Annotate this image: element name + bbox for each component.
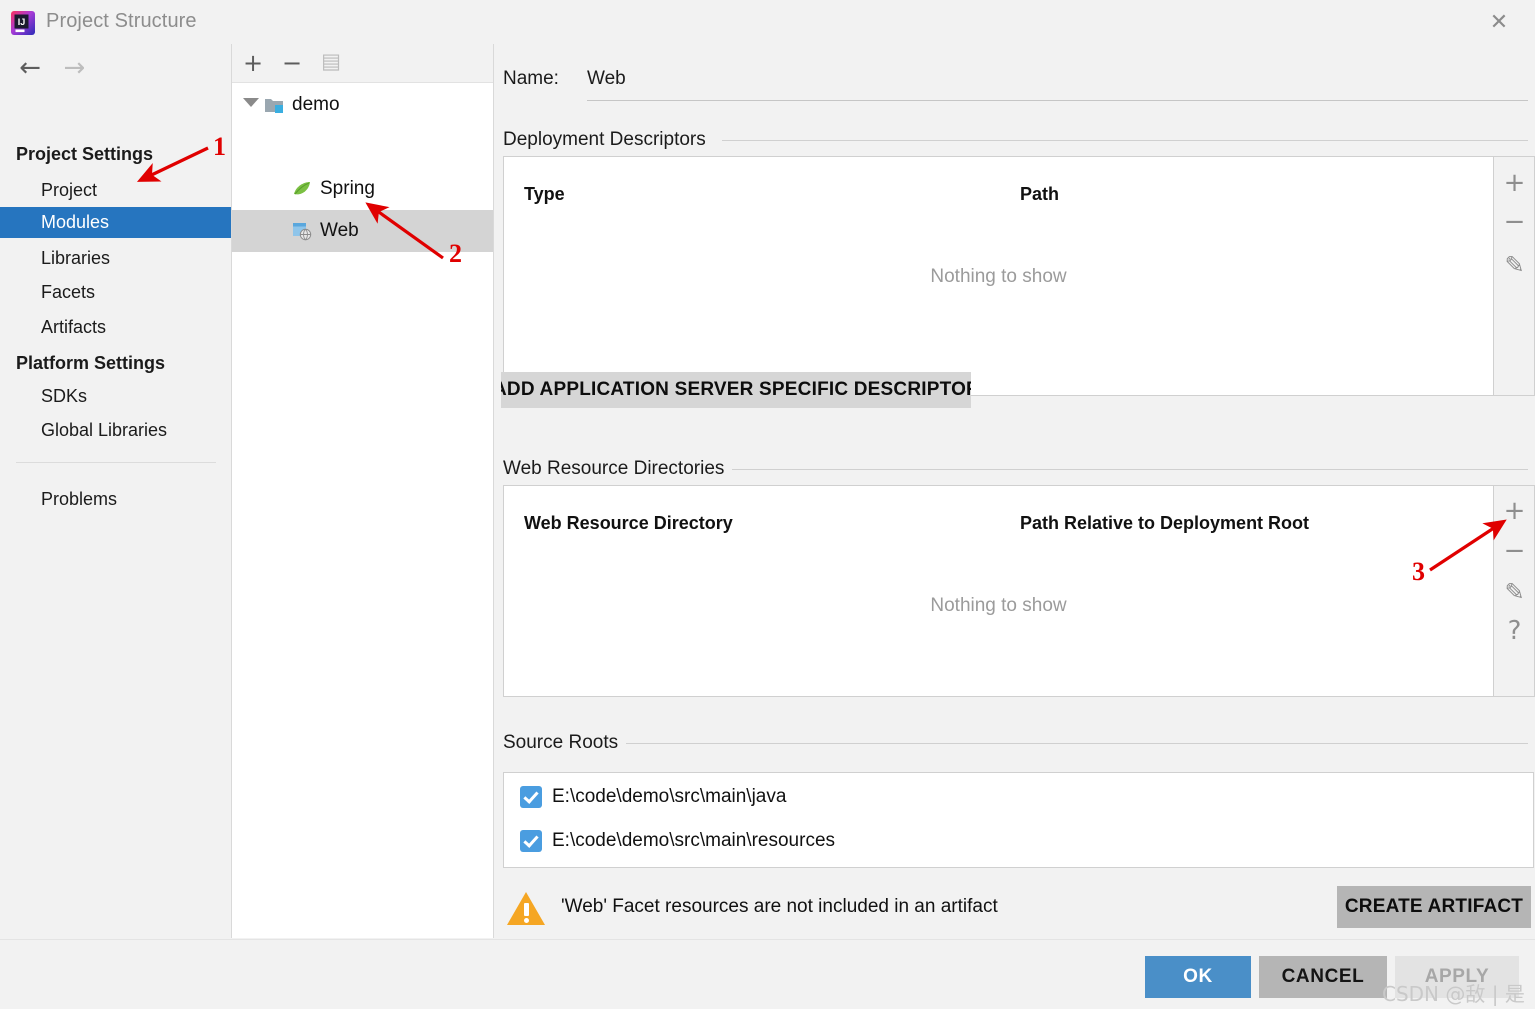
column-header-path-relative: Path Relative to Deployment Root [1020,513,1310,533]
copy-module-button[interactable]: ▤ [316,46,346,76]
annotation-number-3: 3 [1412,557,1425,586]
dialog-button-bar: OK CANCEL APPLY [0,939,1535,1009]
source-root-checkbox-java[interactable] [520,786,542,808]
svg-text:IJ: IJ [18,17,26,27]
name-input-underline [587,100,1528,101]
remove-web-resource-button[interactable]: − [1494,536,1535,566]
back-arrow-icon[interactable]: ← [10,50,50,86]
sidebar-divider [16,462,216,463]
module-tree-toolbar [232,44,493,83]
add-descriptor-button[interactable]: + [1494,168,1535,198]
window-title: Project Structure [46,10,197,32]
column-header-path: Path [1020,184,1060,204]
cancel-button[interactable]: CANCEL [1259,956,1387,998]
module-tree-panel: demo Spring Web [232,44,494,938]
name-label: Name: [503,68,559,89]
add-web-resource-button[interactable]: + [1494,496,1535,526]
web-resource-directories-empty-text: Nothing to show [930,595,1067,616]
remove-descriptor-button[interactable]: − [1494,207,1535,237]
chevron-down-icon[interactable] [243,98,259,107]
add-module-button[interactable]: + [238,48,268,78]
sidebar-group-project-settings: Project Settings [16,144,154,164]
artifact-warning-text: 'Web' Facet resources are not included i… [561,896,998,917]
deployment-descriptors-section-label: Deployment Descriptors [503,129,714,151]
tree-row-demo[interactable]: demo [232,84,493,126]
sidebar-item-problems[interactable]: Problems [0,484,231,515]
title-bar: IJ Project Structure ✕ [0,0,1535,44]
close-icon[interactable]: ✕ [1481,8,1517,38]
source-root-label-resources: E:\code\demo\src\main\resources [552,830,836,851]
csdn-watermark: CSDN @敌 | 是 [1382,982,1525,1006]
edit-web-resource-button[interactable]: ✎ [1494,578,1535,606]
source-roots-box: E:\code\demo\src\main\java E:\code\demo\… [503,772,1534,868]
spring-leaf-icon [294,182,310,195]
create-artifact-button[interactable]: CREATE ARTIFACT [1337,886,1531,928]
tree-label-spring: Spring [320,178,375,199]
deployment-descriptors-toolbar: + − ✎ [1494,156,1535,396]
add-application-server-descriptor-button[interactable]: ADD APPLICATION SERVER SPECIFIC DESCRIPT… [501,372,971,408]
ok-button[interactable]: OK [1145,956,1251,998]
warning-exclamation-dot [524,918,529,923]
column-header-web-resource-directory: Web Resource Directory [524,513,733,533]
source-roots-section-label: Source Roots [503,732,627,754]
deployment-descriptors-section-line [722,140,1528,141]
sidebar-item-artifacts[interactable]: Artifacts [0,312,231,343]
tree-label-demo: demo [292,94,340,115]
source-roots-section-line [623,743,1528,744]
intellij-idea-logo-icon: IJ [11,11,35,35]
help-web-resource-button[interactable]: ? [1494,616,1535,646]
deployment-descriptors-empty-text: Nothing to show [930,266,1067,287]
web-facet-icon [293,223,312,241]
edit-descriptor-button[interactable]: ✎ [1494,251,1535,279]
module-folder-icon [265,99,283,113]
tree-row-spring[interactable]: Spring [232,168,493,210]
source-root-label-java: E:\code\demo\src\main\java [552,786,787,807]
sidebar-item-project[interactable]: Project [0,175,231,206]
sidebar-item-libraries[interactable]: Libraries [0,243,231,274]
warning-exclamation-stroke [524,903,529,916]
deployment-descriptors-table[interactable]: Type Path Nothing to show [503,156,1494,396]
forward-arrow-icon[interactable]: → [54,50,94,86]
web-resource-directories-toolbar: + − ✎ ? [1494,485,1535,697]
sidebar-item-global-libraries[interactable]: Global Libraries [0,415,231,446]
navigation-arrows: ← → [10,50,94,86]
remove-module-button[interactable]: − [277,48,307,78]
annotation-number-1: 1 [213,132,226,161]
source-root-checkbox-resources[interactable] [520,830,542,852]
settings-sidebar: ← → Project Settings Platform Settings P… [0,44,232,938]
sidebar-item-modules[interactable]: Modules [0,207,231,238]
tree-label-web: Web [320,220,359,241]
sidebar-item-facets[interactable]: Facets [0,277,231,308]
name-input[interactable]: Web [587,68,626,90]
web-resource-directories-section-label: Web Resource Directories [503,458,733,480]
web-resource-directories-table[interactable]: Web Resource Directory Path Relative to … [503,485,1494,697]
web-resource-directories-section-line [731,469,1528,470]
annotation-number-2: 2 [449,239,462,268]
project-structure-dialog: IJ Project Structure ✕ ← → Project Setti… [0,0,1535,1009]
sidebar-group-platform-settings: Platform Settings [16,353,166,373]
sidebar-item-sdks[interactable]: SDKs [0,381,231,412]
module-name-row: Name: Web [503,65,1528,101]
column-header-type: Type [524,184,565,204]
